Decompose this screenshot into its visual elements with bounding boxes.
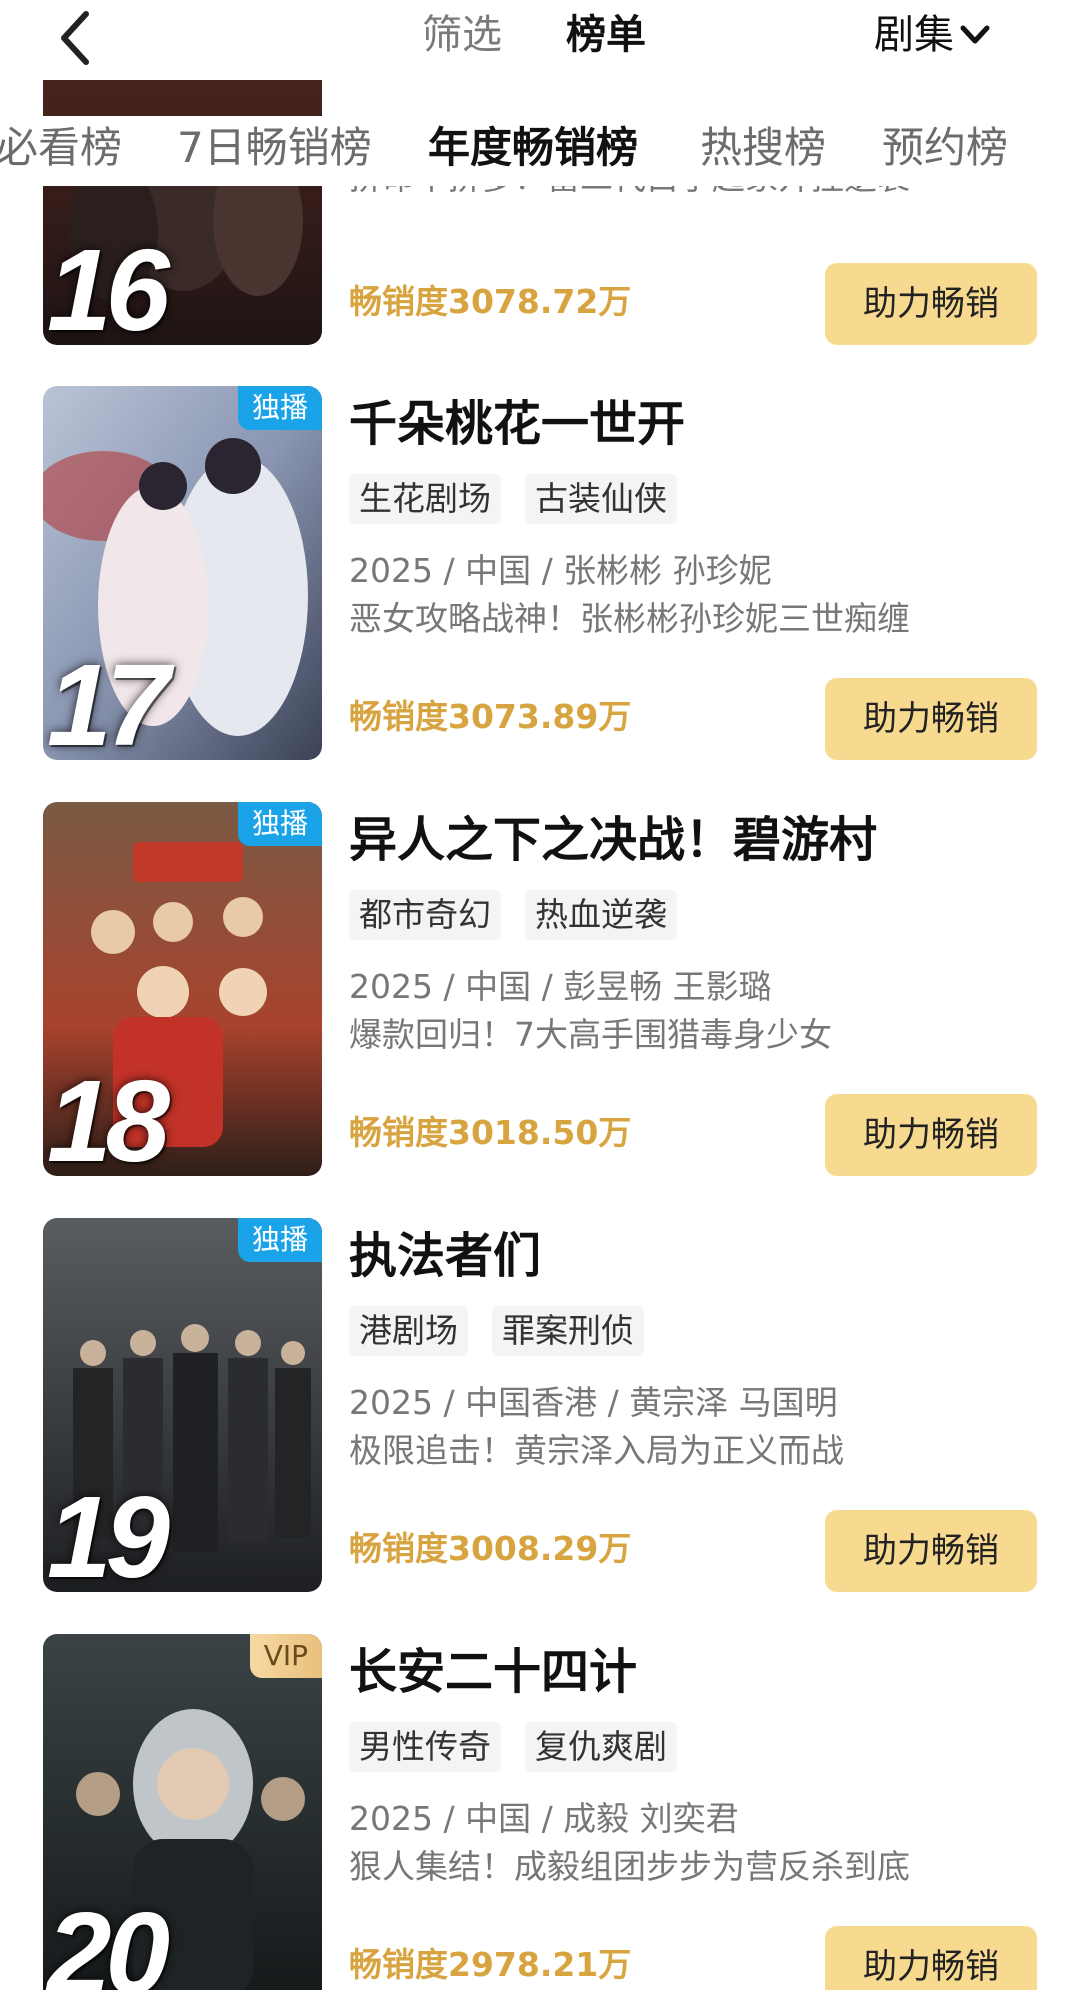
list-item[interactable]: 独播 18 异人之下之决战！碧游村 都市奇幻 热血逆袭 2025 / 中国 / …: [0, 802, 1070, 1176]
rank-number: 17: [47, 640, 170, 760]
boost-sales-button[interactable]: 助力畅销: [825, 263, 1037, 345]
rank-number: 19: [47, 1472, 170, 1592]
tag-list: 港剧场 罪案刑侦: [349, 1306, 668, 1356]
item-description: 恶女攻略战神！张彬彬孙珍妮三世痴缠: [349, 599, 910, 638]
genre-dropdown[interactable]: 剧集: [874, 10, 992, 60]
sales-value: 畅销度3078.72万: [349, 282, 632, 321]
back-button[interactable]: [52, 8, 102, 68]
item-description: 极限追击！黄宗泽入局为正义而战: [349, 1431, 844, 1470]
item-meta: 2025 / 中国香港 / 黄宗泽 马国明: [349, 1383, 838, 1422]
boost-sales-button[interactable]: 助力畅销: [825, 678, 1037, 760]
tag-list: 男性传奇 复仇爽剧: [349, 1722, 701, 1772]
tag[interactable]: 生花剧场: [349, 474, 501, 524]
tab-filter[interactable]: 筛选: [422, 10, 502, 60]
list-item[interactable]: VIP 20 长安二十四计 男性传奇 复仇爽剧 2025 / 中国 / 成毅 刘…: [0, 1634, 1070, 1990]
boost-sales-button[interactable]: 助力畅销: [825, 1926, 1037, 1990]
subtab-reservation[interactable]: 预约榜: [882, 120, 1008, 176]
tag[interactable]: 港剧场: [349, 1306, 468, 1356]
item-title[interactable]: 异人之下之决战！碧游村: [349, 808, 877, 872]
list-item[interactable]: 独播 17 千朵桃花一世开 生花剧场 古装仙侠 2025 / 中国 / 张彬彬 …: [0, 386, 1070, 760]
item-meta: 2025 / 中国 / 张彬彬 孙珍妮: [349, 551, 772, 590]
vip-badge: VIP: [249, 1634, 322, 1678]
tag-list: 生花剧场 古装仙侠: [349, 474, 701, 524]
subtab-annual-bestseller[interactable]: 年度畅销榜: [428, 120, 638, 176]
tag-list: 都市奇幻 热血逆袭: [349, 890, 701, 940]
tag[interactable]: 复仇爽剧: [525, 1722, 677, 1772]
item-description: 狠人集结！成毅组团步步为营反杀到底: [349, 1847, 910, 1886]
genre-label: 剧集: [874, 12, 954, 58]
poster-image[interactable]: 独播 19: [43, 1218, 322, 1592]
tag[interactable]: 男性传奇: [349, 1722, 501, 1772]
list-item[interactable]: 独播 19 执法者们 港剧场 罪案刑侦 2025 / 中国香港 / 黄宗泽 马国…: [0, 1218, 1070, 1592]
rank-number: 18: [47, 1056, 170, 1176]
tab-ranking[interactable]: 榜单: [566, 10, 646, 60]
tag[interactable]: 罪案刑侦: [492, 1306, 644, 1356]
poster-image[interactable]: 独播 18: [43, 802, 322, 1176]
item-meta: 2025 / 中国 / 成毅 刘奕君: [349, 1799, 739, 1838]
rank-number: 16: [47, 225, 170, 345]
poster-image[interactable]: VIP 20: [43, 1634, 322, 1990]
tag[interactable]: 热血逆袭: [525, 890, 677, 940]
ranking-subtabs: 必看榜 7日畅销榜 年度畅销榜 热搜榜 预约榜: [0, 116, 1070, 186]
exclusive-badge: 独播: [237, 386, 322, 430]
item-title[interactable]: 千朵桃花一世开: [349, 392, 685, 456]
tag[interactable]: 古装仙侠: [525, 474, 677, 524]
subtab-must-watch[interactable]: 必看榜: [0, 120, 122, 176]
sales-value: 畅销度3073.89万: [349, 697, 632, 736]
sales-value: 畅销度3018.50万: [349, 1113, 632, 1152]
sales-value: 畅销度3008.29万: [349, 1529, 632, 1568]
subtab-hot-search[interactable]: 热搜榜: [700, 120, 826, 176]
sales-value: 畅销度2978.21万: [349, 1945, 632, 1984]
exclusive-badge: 独播: [237, 802, 322, 846]
ranking-list: 16 拼命不拼爹！富二代白手起家开挂逆袭 畅销度3078.72万 助力畅销 独播…: [0, 0, 1070, 1990]
item-title[interactable]: 执法者们: [349, 1224, 541, 1288]
tag[interactable]: 都市奇幻: [349, 890, 501, 940]
subtab-7day-bestseller[interactable]: 7日畅销榜: [177, 120, 372, 176]
chevron-down-icon: [960, 25, 990, 44]
chevron-left-icon: [61, 11, 89, 65]
top-bar: 筛选 榜单 剧集: [0, 0, 1070, 80]
boost-sales-button[interactable]: 助力畅销: [825, 1510, 1037, 1592]
item-meta: 2025 / 中国 / 彭昱畅 王影璐: [349, 967, 772, 1006]
item-description: 爆款回归！7大高手围猎毒身少女: [349, 1015, 832, 1054]
item-title[interactable]: 长安二十四计: [349, 1640, 637, 1704]
exclusive-badge: 独播: [237, 1218, 322, 1262]
rank-number: 20: [47, 1888, 170, 1990]
boost-sales-button[interactable]: 助力畅销: [825, 1094, 1037, 1176]
poster-image[interactable]: 独播 17: [43, 386, 322, 760]
